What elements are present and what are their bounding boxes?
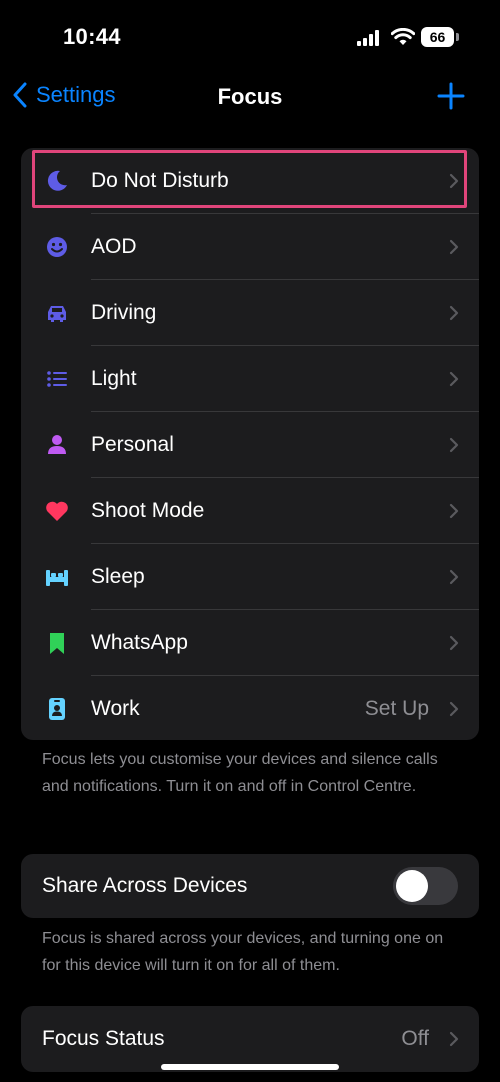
focus-row-label: Light bbox=[91, 367, 137, 390]
chevron-right-icon bbox=[449, 701, 459, 717]
focus-row-label: Do Not Disturb bbox=[91, 169, 229, 192]
moon-icon bbox=[43, 167, 71, 195]
chevron-right-icon bbox=[449, 371, 459, 387]
bed-icon bbox=[43, 563, 71, 591]
status-bar: 10:44 66 bbox=[0, 0, 500, 70]
page-title: Focus bbox=[217, 84, 283, 109]
toggle-knob bbox=[396, 870, 428, 902]
battery-level: 66 bbox=[421, 27, 454, 47]
add-icon[interactable] bbox=[437, 82, 465, 110]
navigation-bar: Settings Focus bbox=[0, 72, 500, 122]
focus-row-label: Personal bbox=[91, 433, 174, 456]
focus-row-whatsapp[interactable]: WhatsApp bbox=[21, 610, 479, 676]
focus-row-driving[interactable]: Driving bbox=[21, 280, 479, 346]
bookmark-icon bbox=[43, 629, 71, 657]
focus-row-label: Driving bbox=[91, 301, 157, 324]
wifi-icon bbox=[391, 28, 415, 45]
home-indicator[interactable] bbox=[161, 1064, 339, 1070]
person-icon bbox=[43, 431, 71, 459]
share-across-devices-toggle[interactable] bbox=[393, 867, 458, 905]
focus-row-work[interactable]: Work Set Up bbox=[21, 676, 479, 740]
chevron-right-icon bbox=[449, 437, 459, 453]
chevron-right-icon bbox=[449, 1031, 459, 1047]
focus-row-label: Work bbox=[91, 697, 140, 720]
focus-row-sleep[interactable]: Sleep bbox=[21, 544, 479, 610]
badge-icon bbox=[43, 695, 71, 723]
chevron-right-icon bbox=[449, 569, 459, 585]
battery-icon: 66 bbox=[421, 27, 461, 47]
chevron-right-icon bbox=[449, 173, 459, 189]
focus-row-aod[interactable]: AOD bbox=[21, 214, 479, 280]
focus-row-label: Shoot Mode bbox=[91, 499, 205, 522]
list-icon bbox=[43, 365, 71, 393]
focus-row-label: AOD bbox=[91, 235, 137, 258]
focus-status-row[interactable]: Focus Status Off bbox=[21, 1006, 479, 1072]
clock-time: 10:44 bbox=[63, 24, 121, 49]
smiley-icon bbox=[43, 233, 71, 261]
focus-row-shoot-mode[interactable]: Shoot Mode bbox=[21, 478, 479, 544]
chevron-right-icon bbox=[449, 305, 459, 321]
car-icon bbox=[43, 299, 71, 327]
share-footnote: Focus is shared across your devices, and… bbox=[42, 930, 444, 974]
focus-row-personal[interactable]: Personal bbox=[21, 412, 479, 478]
heart-icon bbox=[43, 497, 71, 525]
chevron-right-icon bbox=[449, 635, 459, 651]
focus-modes-list: Do Not Disturb AOD Driving Light Persona… bbox=[21, 148, 479, 740]
cellular-signal-icon bbox=[357, 30, 379, 46]
chevron-right-icon bbox=[449, 239, 459, 255]
share-across-devices-row: Share Across Devices bbox=[21, 854, 479, 918]
focus-row-label: Sleep bbox=[91, 565, 145, 588]
focus-row-label: WhatsApp bbox=[91, 631, 188, 654]
focus-row-light[interactable]: Light bbox=[21, 346, 479, 412]
focus-row-value: Set Up bbox=[364, 697, 429, 720]
chevron-right-icon bbox=[449, 503, 459, 519]
focus-row-do-not-disturb[interactable]: Do Not Disturb bbox=[21, 148, 479, 214]
focus-status-label: Focus Status bbox=[42, 1027, 165, 1050]
share-across-devices-label: Share Across Devices bbox=[42, 874, 248, 897]
focus-status-value: Off bbox=[401, 1027, 429, 1050]
focus-footnote: Focus lets you customise your devices an… bbox=[42, 751, 438, 795]
